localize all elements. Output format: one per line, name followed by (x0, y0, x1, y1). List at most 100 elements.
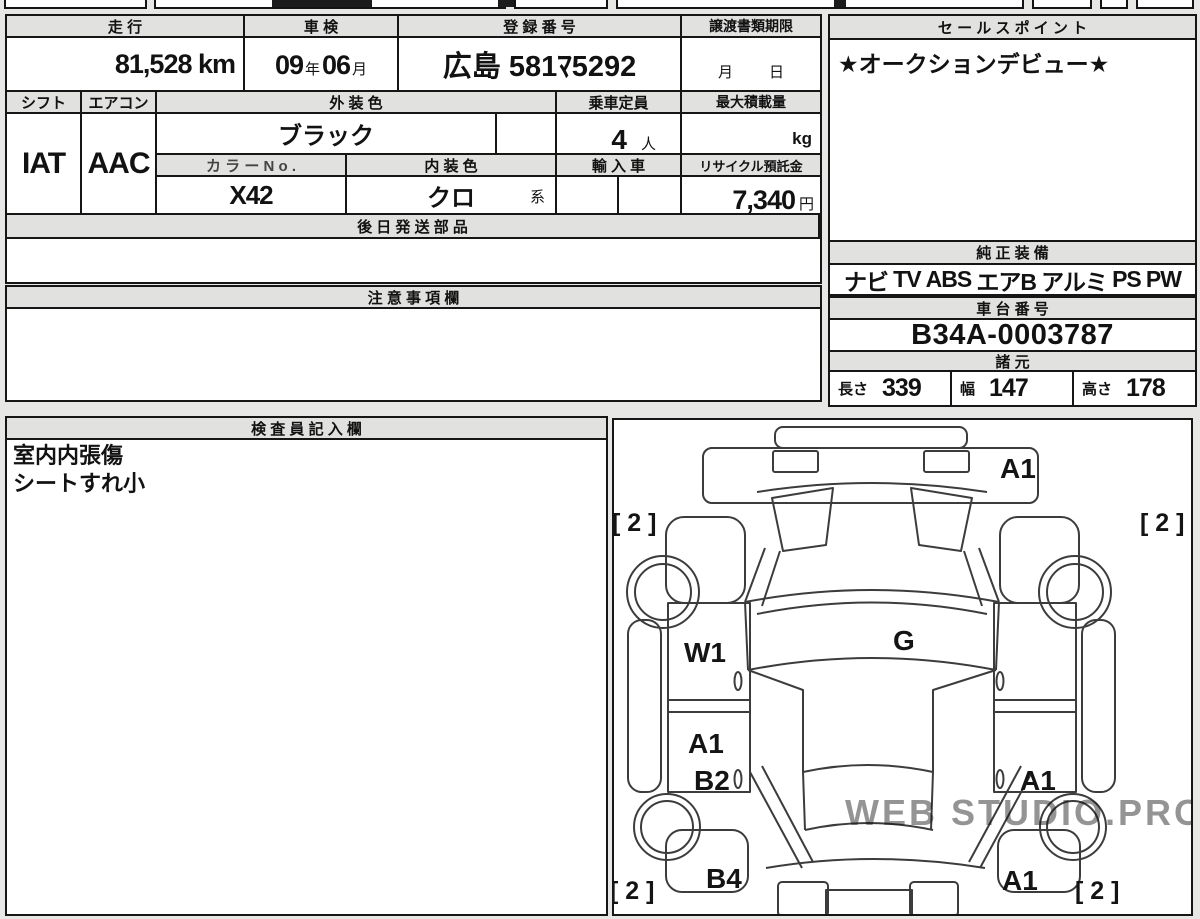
equipment-item-pw: PW (1145, 266, 1182, 292)
damage-label-a1-door-left: A1 (688, 728, 724, 759)
inspector-body: 室内内張傷 シートすれ小 (7, 440, 606, 914)
capacity-unit: 人 (640, 136, 656, 153)
exterior-color-value: ブラック (157, 114, 497, 155)
recycle-deposit-value: 7,340 円 (682, 177, 820, 215)
interior-color-suffix: 系 (529, 189, 545, 206)
capacity-header: 乗車定員 (557, 92, 682, 114)
equipment-item-abs: ABS (925, 266, 973, 292)
car-diagram: WEB STUDIO.PRO A1 [ 2 ] [ 2 ] W1 G A1 B2… (610, 426, 1200, 919)
later-parts-body (7, 239, 820, 282)
bracket-front-left: [ 2 ] (614, 509, 656, 537)
recycle-deposit-number: 7,340 (732, 185, 796, 215)
registration-header: 登 録 番 号 (399, 16, 682, 38)
mileage-header: 走 行 (7, 16, 245, 38)
car-diagram-panel: WEB STUDIO.PRO A1 [ 2 ] [ 2 ] W1 G A1 B2… (610, 418, 1200, 919)
recycle-deposit-header: リサイクル預託金 (682, 155, 820, 177)
import-empty-cell-2 (619, 177, 682, 215)
sales-point-panel: セ ー ル ス ポ イ ン ト ★オークションデビュー★ 純 正 装 備 ナビ … (828, 14, 1197, 296)
inspection-month: 06 (322, 50, 351, 80)
import-empty-cell-1 (557, 177, 619, 215)
inspection-header: 車 検 (245, 16, 399, 38)
equipment-header: 純 正 装 備 (830, 242, 1195, 265)
sales-point-body: ★オークションデビュー★ (830, 40, 1195, 242)
cutoff-text-fragment (272, 0, 372, 7)
aircon-value: AAC (82, 114, 157, 215)
cutoff-row-cell (1032, 0, 1092, 9)
notes-panel: 注 意 事 項 欄 (5, 285, 822, 402)
specs-header: 諸 元 (830, 352, 1195, 372)
spec-height-label: 高さ (1082, 381, 1113, 398)
equipment-item-alloy: アルミ (1041, 268, 1108, 295)
color-no-value: X42 (157, 177, 347, 215)
bracket-rear-left: [ 2 ] (614, 877, 654, 905)
mileage-value: 81,528 km (7, 38, 245, 92)
car-outline (626, 426, 1116, 919)
notes-body (7, 309, 820, 400)
damage-label-b4: B4 (706, 863, 742, 894)
chassis-value: B34A-0003787 (830, 320, 1195, 352)
recycle-deposit-unit: 円 (798, 196, 814, 213)
sales-point-header: セ ー ル ス ポ イ ン ト (830, 16, 1195, 40)
cutoff-text-fragment (834, 0, 846, 7)
interior-color-header: 内 装 色 (347, 155, 557, 177)
transfer-deadline-value: 月 日 (682, 38, 820, 92)
later-parts-header: 後 日 発 送 部 品 (7, 215, 820, 239)
spec-length-label: 長さ (838, 381, 869, 398)
equipment-item-ps: PS (1112, 266, 1142, 292)
color-no-header: カ ラ ー N o . (157, 155, 347, 177)
spec-length: 長さ 339 (830, 372, 952, 405)
registration-value: 広島 581ﾏ5292 (399, 38, 682, 92)
inspection-year-unit: 年 (304, 61, 320, 78)
damage-label-a1-door-right: A1 (1020, 765, 1056, 796)
capacity-number: 4 (611, 124, 627, 155)
damage-label-g: G (893, 625, 915, 656)
capacity-value: 4 人 (557, 114, 682, 155)
equipment-list: ナビ TV ABS エアB アルミ PS PW (830, 265, 1195, 294)
spec-height: 高さ 178 (1074, 372, 1195, 405)
watermark-text: WEB STUDIO.PRO (845, 792, 1191, 833)
max-load-header: 最大積載量 (682, 92, 820, 114)
notes-header: 注 意 事 項 欄 (7, 287, 820, 309)
aircon-header: エアコン (82, 92, 157, 114)
spec-width: 幅 147 (952, 372, 1074, 405)
bracket-rear-right: [ 2 ] (1075, 877, 1119, 905)
equipment-item-tv: TV (893, 266, 921, 292)
transfer-month-label: 月 (717, 64, 733, 81)
cutoff-row-cell (514, 0, 608, 9)
spec-width-value: 147 (989, 374, 1029, 402)
import-header: 輸 入 車 (557, 155, 682, 177)
chassis-header: 車 台 番 号 (830, 298, 1195, 320)
cutoff-text-fragment (498, 0, 514, 7)
auction-sheet-page: { "main_table": { "headers": { "mileage"… (0, 0, 1200, 919)
exterior-color-header: 外 装 色 (157, 92, 557, 114)
transfer-day-label: 日 (768, 64, 784, 81)
inspection-month-unit: 月 (352, 61, 368, 78)
exterior-color-extra-cell (497, 114, 557, 155)
damage-label-a1-rear-right: A1 (1002, 865, 1038, 896)
inspector-note-line: シートすれ小 (13, 470, 146, 496)
damage-label-a1-front: A1 (1000, 453, 1036, 484)
inspection-year: 09 (274, 50, 304, 80)
spec-width-label: 幅 (960, 381, 976, 398)
equipment-item-navi: ナビ (844, 268, 889, 295)
inspector-note-line: 室内内張傷 (13, 443, 124, 468)
interior-color-name: クロ (427, 184, 475, 212)
spec-height-value: 178 (1126, 374, 1166, 402)
damage-label-b2: B2 (694, 765, 730, 796)
max-load-value: kg (682, 114, 820, 155)
bracket-front-right: [ 2 ] (1140, 509, 1184, 537)
transfer-deadline-header: 譲渡書類期限 (682, 16, 820, 38)
shift-value: IAT (7, 114, 82, 215)
damage-label-w1: W1 (684, 637, 726, 668)
cutoff-row-cell (1136, 0, 1194, 9)
cutoff-row-cell (1100, 0, 1128, 9)
cutoff-row-cell (4, 0, 147, 9)
inspector-panel: 検 査 員 記 入 欄 室内内張傷 シートすれ小 (5, 416, 608, 916)
damage-labels: A1 [ 2 ] [ 2 ] W1 G A1 B2 A1 B4 A1 [ 2 ]… (610, 453, 1184, 905)
spec-length-value: 339 (882, 374, 922, 402)
inspector-header: 検 査 員 記 入 欄 (7, 418, 606, 440)
interior-color-value: クロ 系 (347, 177, 557, 215)
vehicle-info-table: 走 行 車 検 登 録 番 号 譲渡書類期限 81,528 km 09 年 06… (5, 14, 822, 284)
shift-header: シフト (7, 92, 82, 114)
chassis-panel: 車 台 番 号 B34A-0003787 諸 元 長さ 339 幅 147 高さ… (828, 296, 1197, 407)
